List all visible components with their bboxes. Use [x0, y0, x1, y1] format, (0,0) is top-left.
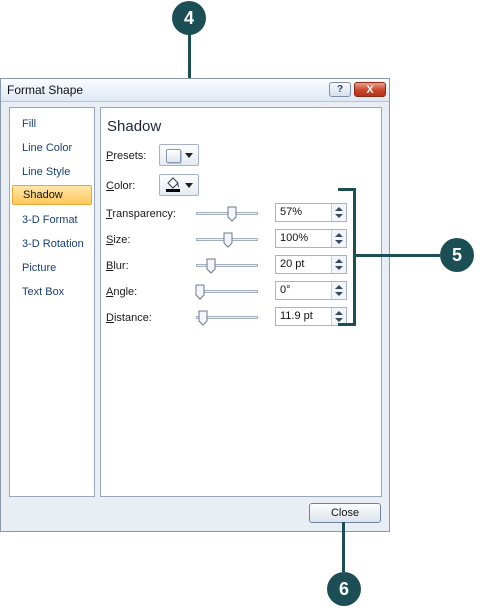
arrow-up-icon [335, 259, 343, 263]
slider-thumb[interactable] [227, 206, 237, 222]
slider-thumb[interactable] [206, 258, 216, 274]
presets-dropdown[interactable] [159, 144, 199, 166]
callout-5-leader [356, 254, 440, 257]
category-picture[interactable]: Picture [12, 258, 92, 278]
callout-4: 4 [172, 1, 206, 35]
angle-slider[interactable] [195, 284, 258, 300]
category-text-box[interactable]: Text Box [12, 282, 92, 302]
slider-thumb[interactable] [223, 232, 233, 248]
spinner-value: 100% [280, 232, 309, 244]
callout-6: 6 [327, 572, 361, 606]
size-label: Size: [106, 234, 130, 246]
blur-spinner[interactable]: 20 pt [275, 255, 347, 274]
label-text: lur: [113, 260, 129, 272]
arrow-up-icon [335, 207, 343, 211]
spinner-buttons[interactable] [331, 204, 346, 221]
color-label-text: olor: [113, 180, 136, 192]
callout-5-bracket-side [353, 188, 356, 326]
label-text: istance: [113, 312, 152, 324]
panel-heading: Shadow [107, 118, 162, 135]
spinner-buttons[interactable] [331, 282, 346, 299]
close-button[interactable]: Close [309, 503, 381, 523]
size-slider[interactable] [196, 232, 258, 248]
access-key: D [106, 312, 114, 324]
distance-spinner[interactable]: 11.9 pt [275, 307, 347, 326]
category-list: Fill Line Color Line Style Shadow 3-D Fo… [9, 107, 95, 497]
category-label: 3-D Format [22, 214, 78, 226]
presets-label: Presets: [106, 150, 146, 162]
spinner-buttons[interactable] [331, 256, 346, 273]
chevron-down-icon [185, 153, 193, 158]
category-shadow[interactable]: Shadow [12, 185, 92, 205]
window-close-button[interactable]: X [354, 82, 386, 97]
arrow-down-icon [335, 214, 343, 218]
callout-5-bracket-bottom [338, 323, 356, 326]
spinner-buttons[interactable] [331, 230, 346, 247]
shadow-settings-panel: Shadow Presets: Color: Transparency: 57% [100, 107, 382, 497]
category-label: Text Box [22, 286, 65, 298]
transparency-spinner[interactable]: 57% [275, 203, 347, 222]
color-access-key: C [106, 180, 114, 192]
color-dropdown[interactable] [159, 174, 199, 196]
blur-slider[interactable] [196, 258, 258, 274]
category-3d-rotation[interactable]: 3-D Rotation [12, 234, 92, 254]
help-button[interactable]: ? [329, 82, 351, 97]
distance-slider[interactable] [196, 310, 258, 326]
title-bar: Format Shape ? X [1, 79, 389, 102]
arrow-down-icon [335, 266, 343, 270]
arrow-up-icon [335, 233, 343, 237]
size-spinner[interactable]: 100% [275, 229, 347, 248]
callout-5: 5 [440, 238, 474, 272]
category-line-style[interactable]: Line Style [12, 162, 92, 182]
arrow-down-icon [335, 292, 343, 296]
color-label: Color: [106, 180, 135, 192]
label-text: ransparency: [112, 208, 176, 220]
category-label: 3-D Rotation [22, 238, 84, 250]
shadow-preset-icon [166, 149, 181, 163]
spinner-value: 57% [280, 206, 303, 218]
category-label: Shadow [23, 189, 63, 201]
chevron-down-icon [185, 183, 193, 188]
spinner-value: 20 pt [280, 258, 305, 270]
category-label: Fill [22, 118, 37, 130]
arrow-down-icon [335, 240, 343, 244]
transparency-label: Transparency: [106, 208, 176, 220]
category-label: Line Color [22, 142, 73, 154]
help-icon: ? [336, 84, 344, 95]
paint-bucket-icon [166, 177, 180, 192]
slider-thumb[interactable] [195, 284, 205, 300]
callout-6-leader [342, 522, 345, 572]
close-icon: X [366, 83, 374, 96]
arrow-up-icon [335, 285, 343, 289]
distance-label: Distance: [106, 312, 152, 324]
angle-label: Angle: [106, 286, 137, 298]
angle-spinner[interactable]: 0° [275, 281, 347, 300]
label-text: ize: [113, 234, 131, 246]
blur-label: Blur: [106, 260, 129, 272]
spinner-value: 11.9 pt [280, 310, 313, 322]
window-title: Format Shape [7, 83, 84, 97]
arrow-up-icon [335, 311, 343, 315]
slider-thumb[interactable] [198, 310, 208, 326]
format-shape-dialog: Format Shape ? X Fill Line Color Line St… [0, 78, 390, 532]
transparency-slider[interactable] [196, 206, 258, 222]
category-fill[interactable]: Fill [12, 114, 92, 134]
category-label: Picture [22, 262, 57, 274]
category-label: Line Style [22, 166, 71, 178]
spinner-value: 0° [280, 284, 291, 296]
label-text: ngle: [113, 286, 138, 298]
category-3d-format[interactable]: 3-D Format [12, 210, 92, 230]
presets-label-text: resets: [113, 150, 147, 162]
arrow-down-icon [335, 318, 343, 322]
category-line-color[interactable]: Line Color [12, 138, 92, 158]
